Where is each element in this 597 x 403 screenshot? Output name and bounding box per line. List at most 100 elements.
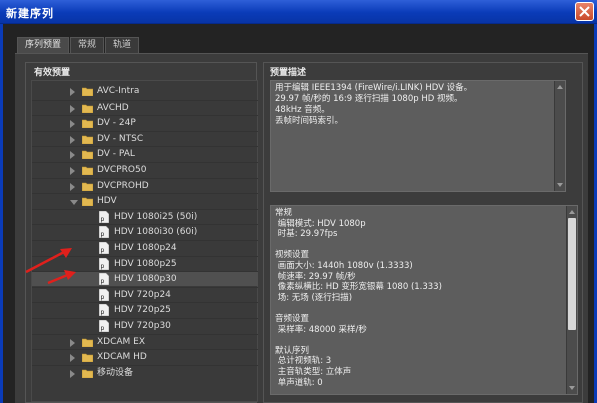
preset-folder[interactable]: DVCPRO50: [32, 162, 258, 177]
preset-folder[interactable]: DVCPROHD: [32, 177, 258, 193]
svg-text:p: p: [101, 278, 105, 285]
preset-folder[interactable]: DV - 24P: [32, 115, 258, 130]
tab-sequence-presets[interactable]: 序列预置: [17, 37, 70, 53]
preset-label: DVCPRO50: [97, 165, 147, 175]
details-line: 主音轨类型: 立体声: [275, 366, 352, 377]
details-line: [275, 240, 573, 251]
presets-tree: AVC-Intra AVCHD DV - 24P DV - NTSC DV - PAL D…: [31, 80, 258, 402]
preset-label: HDV 1080p30: [114, 274, 177, 285]
expand-right-icon[interactable]: [70, 369, 75, 378]
preset-folder[interactable]: 移动设备: [32, 364, 258, 380]
new-sequence-dialog: 序列预置 常规 轨道 有效预置 AVC-Intra AVCHD DV - 24P DV…: [0, 24, 597, 403]
expand-right-icon[interactable]: [70, 88, 75, 96]
scroll-up-icon[interactable]: [557, 85, 563, 89]
preset-file-icon: p: [98, 272, 110, 286]
preset-folder[interactable]: HDV: [32, 193, 258, 208]
preset-label: HDV: [97, 196, 117, 207]
tab-panel: 有效预置 AVC-Intra AVCHD DV - 24P DV - NTSC DV -…: [15, 53, 588, 403]
preset-label: HDV 720p24: [114, 289, 171, 300]
title-bar: 新建序列: [0, 0, 597, 24]
preset-label: 移动设备: [97, 367, 134, 378]
expand-right-icon[interactable]: [70, 135, 75, 144]
preset-file-icon: p: [98, 257, 110, 270]
scroll-thumb[interactable]: [568, 218, 576, 330]
preset-item[interactable]: p HDV 1080p25: [32, 255, 258, 271]
preset-label: XDCAM HD: [97, 352, 147, 363]
scroll-down-icon[interactable]: [569, 386, 575, 390]
svg-text:p: p: [101, 263, 105, 270]
scroll-up-icon[interactable]: [569, 210, 575, 214]
preset-label: AVC-Intra: [97, 86, 140, 96]
presets-group-title: 有效预置: [34, 68, 71, 78]
preset-folder[interactable]: DV - NTSC: [32, 130, 258, 146]
close-icon: [579, 6, 590, 17]
folder-icon: [81, 119, 94, 129]
details-line: [275, 303, 573, 314]
details-line: 默认序列: [275, 345, 310, 356]
details-scrollbar[interactable]: [566, 206, 577, 394]
preset-item[interactable]: p HDV 720p30: [32, 318, 258, 333]
preset-item[interactable]: p HDV 720p25: [32, 302, 258, 317]
folder-icon: [81, 135, 94, 145]
preset-item[interactable]: p HDV 1080i30 (60i): [32, 224, 258, 239]
folder-icon: [81, 338, 94, 347]
preset-file-icon: p: [98, 226, 110, 239]
preset-label: DV - PAL: [97, 149, 135, 160]
preset-file-icon: p: [98, 210, 110, 224]
svg-text:p: p: [101, 216, 105, 223]
expand-right-icon[interactable]: [70, 167, 75, 175]
preset-folder[interactable]: XDCAM EX: [32, 333, 258, 349]
svg-text:p: p: [101, 247, 105, 254]
preset-label: HDV 1080p24: [114, 243, 177, 253]
preset-label: AVCHD: [97, 102, 129, 113]
preset-label: DVCPROHD: [97, 180, 149, 191]
preset-details-box: 常规 编辑模式: HDV 1080p 时基: 29.97fps 视频设置 画面大小…: [270, 205, 578, 395]
preset-item[interactable]: p HDV 1080i25 (50i): [32, 208, 258, 224]
preset-folder[interactable]: AVC-Intra: [32, 84, 258, 99]
tab-general[interactable]: 常规: [70, 37, 105, 53]
folder-icon: [81, 369, 94, 379]
preset-label: XDCAM EX: [97, 336, 146, 347]
preset-item[interactable]: p HDV 1080p24: [32, 240, 258, 255]
preset-label: HDV 1080i25 (50i): [114, 211, 198, 222]
preset-description-box: 用于编辑 IEEE1394 (FireWire/i.LINK) HDV 设备。 …: [270, 80, 566, 192]
preset-folder[interactable]: AVCHD: [32, 99, 258, 115]
tab-tracks[interactable]: 轨道: [105, 37, 140, 53]
details-line: 采样率: 48000 采样/秒: [275, 324, 367, 335]
folder-icon: [81, 166, 94, 176]
folder-icon: [81, 182, 94, 191]
expand-right-icon[interactable]: [70, 182, 75, 191]
scroll-down-icon[interactable]: [557, 183, 563, 187]
folder-icon: [81, 197, 94, 207]
preset-item[interactable]: p HDV 720p24: [32, 286, 258, 302]
details-line: 帧速率: 29.97 帧/秒: [275, 271, 356, 282]
tab-bar: 序列预置 常规 轨道: [17, 37, 140, 53]
details-line: 音频设置: [275, 313, 310, 324]
preset-file-icon: p: [98, 304, 110, 317]
preset-label: HDV 720p25: [114, 305, 171, 316]
expand-down-icon[interactable]: [70, 200, 78, 206]
preset-item[interactable]: p HDV 1080p30: [32, 271, 258, 287]
description-scrollbar[interactable]: [554, 81, 565, 191]
preset-folder[interactable]: DV - PAL: [32, 146, 258, 161]
svg-text:p: p: [101, 325, 105, 332]
expand-right-icon[interactable]: [70, 338, 75, 347]
description-line: 用于编辑 IEEE1394 (FireWire/i.LINK) HDV 设备。: [275, 83, 473, 93]
description-line: 29.97 帧/秒的 16:9 逐行扫描 1080p HD 视频。: [275, 94, 463, 104]
expand-right-icon[interactable]: [70, 104, 75, 113]
details-line: 场: 无场 (逐行扫描): [275, 292, 353, 303]
description-line: 丢帧时间码索引。: [275, 116, 344, 126]
close-button[interactable]: [575, 2, 594, 21]
expand-right-icon[interactable]: [70, 151, 75, 160]
preset-label: HDV 720p30: [114, 321, 171, 331]
preset-folder[interactable]: XDCAM HD: [32, 349, 258, 364]
preset-label: DV - 24P: [97, 118, 136, 129]
details-line: 常规: [275, 208, 293, 218]
expand-right-icon[interactable]: [70, 120, 75, 129]
presets-group: 有效预置 AVC-Intra AVCHD DV - 24P DV - NTSC DV -…: [25, 62, 258, 403]
folder-icon: [81, 104, 94, 113]
details-line: [275, 335, 573, 346]
expand-right-icon[interactable]: [70, 354, 75, 363]
details-line: 画面大小: 1440h 1080v (1.3333): [275, 260, 413, 271]
preset-file-icon: p: [98, 288, 110, 302]
